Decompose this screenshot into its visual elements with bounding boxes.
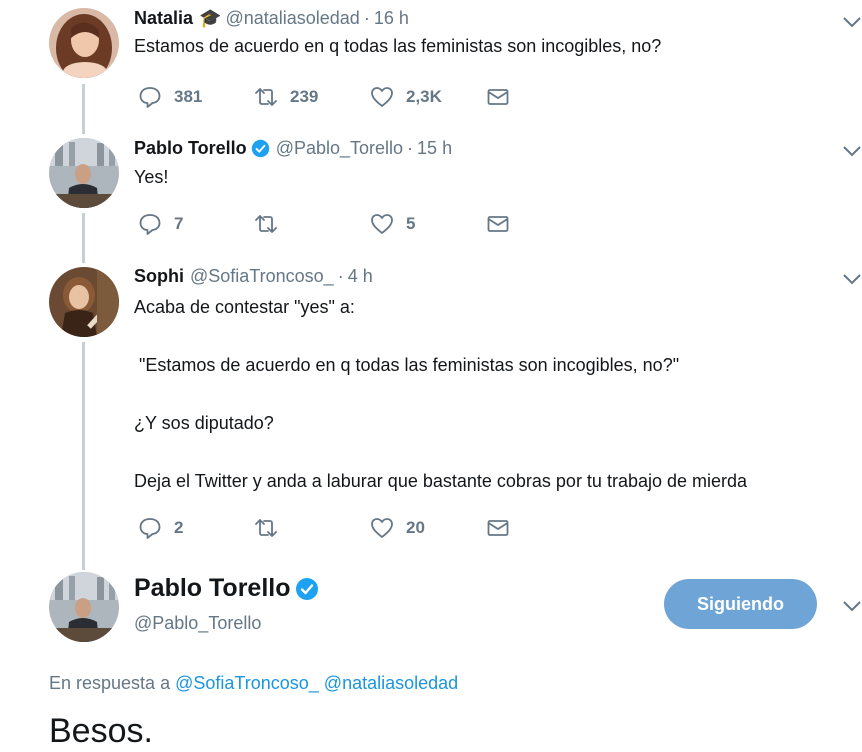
- verified-badge-icon: [251, 139, 269, 158]
- tweet-text-line: Acaba de contestar "yes" a:: [134, 297, 355, 317]
- thread-line-1: [82, 84, 85, 134]
- heart-icon: [371, 214, 393, 234]
- like-count: 5: [406, 214, 416, 233]
- chevron-down-icon[interactable]: [843, 145, 861, 157]
- avatar-sophi[interactable]: [49, 267, 119, 337]
- chevron-down-icon[interactable]: [843, 273, 861, 285]
- dm-button[interactable]: [486, 210, 510, 238]
- like-button[interactable]: 2,3K: [370, 83, 442, 111]
- retweet-button[interactable]: 239: [254, 83, 318, 111]
- heart-icon: [371, 518, 393, 538]
- like-count: 20: [406, 518, 425, 537]
- tweet-text-line: Deja el Twitter y anda a laburar que bas…: [134, 471, 748, 491]
- retweet-icon: [255, 519, 277, 537]
- separator-dot: ·: [363, 8, 370, 28]
- reply-count: 2: [174, 518, 184, 537]
- retweet-icon: [255, 215, 277, 233]
- tweet-actions: 2 20: [134, 514, 534, 542]
- like-button[interactable]: 20: [370, 514, 425, 542]
- reply-context: En respuesta a @SofiaTroncoso_ @natalias…: [49, 673, 458, 694]
- reply-count: 7: [174, 214, 184, 233]
- timestamp[interactable]: 16 h: [374, 8, 409, 29]
- reply-icon: [139, 518, 161, 539]
- tweet-text: Yes!: [134, 167, 169, 187]
- tweet-header: Pablo Torello @Pablo_Torello · 15 h: [134, 138, 452, 159]
- chevron-down-icon[interactable]: [843, 600, 861, 612]
- reply-icon: [139, 214, 161, 235]
- main-tweet-header: Pablo Torello: [134, 574, 325, 603]
- reply-count: 381: [174, 87, 203, 106]
- reply-icon: [139, 87, 161, 108]
- dm-button[interactable]: [486, 514, 510, 542]
- thread-line-2: [82, 213, 85, 263]
- display-name[interactable]: Sophi: [134, 266, 184, 287]
- envelope-icon: [487, 520, 509, 536]
- mention-link[interactable]: @nataliasoledad: [324, 673, 458, 693]
- graduation-cap-icon: 🎓: [199, 8, 222, 28]
- retweet-icon: [255, 88, 277, 106]
- display-name[interactable]: Natalia: [134, 8, 193, 29]
- main-tweet-text: Besos.: [49, 712, 153, 750]
- retweet-count: 239: [290, 87, 319, 106]
- avatar-pablo-main[interactable]: [49, 572, 119, 642]
- heart-icon: [371, 87, 393, 107]
- reply-button[interactable]: 381: [138, 83, 202, 111]
- user-handle[interactable]: @SofiaTroncoso_: [190, 266, 334, 287]
- display-name[interactable]: Pablo Torello: [134, 574, 291, 603]
- thread-line-3: [82, 342, 85, 570]
- display-name[interactable]: Pablo Torello: [134, 138, 247, 159]
- user-handle[interactable]: @Pablo_Torello: [276, 138, 403, 159]
- tweet-header: Natalia 🎓 @nataliasoledad · 16 h: [134, 8, 409, 29]
- verified-badge-icon: [295, 577, 318, 600]
- separator-dot: ·: [337, 266, 344, 286]
- tweet-text: Estamos de acuerdo en q todas las femini…: [134, 36, 662, 56]
- user-handle[interactable]: @nataliasoledad: [225, 8, 359, 29]
- avatar-pablo[interactable]: [49, 138, 119, 208]
- reply-button[interactable]: 2: [138, 514, 183, 542]
- dm-button[interactable]: [486, 83, 510, 111]
- timestamp[interactable]: 15 h: [417, 138, 452, 159]
- like-count: 2,3K: [406, 87, 442, 106]
- tweet-actions: 7 5: [134, 210, 534, 238]
- separator-dot: ·: [407, 138, 414, 158]
- user-handle[interactable]: @Pablo_Torello: [134, 613, 261, 634]
- tweet-text-line: "Estamos de acuerdo en q todas las femin…: [134, 355, 680, 375]
- timestamp[interactable]: 4 h: [348, 266, 373, 287]
- reply-button[interactable]: 7: [138, 210, 183, 238]
- envelope-icon: [487, 216, 509, 232]
- retweet-button[interactable]: [254, 210, 290, 238]
- avatar-natalia[interactable]: [49, 8, 119, 78]
- tweet-actions: 381 239 2,3K: [134, 83, 534, 111]
- chevron-down-icon[interactable]: [843, 16, 861, 28]
- tweet-text-line: ¿Y sos diputado?: [134, 413, 274, 433]
- like-button[interactable]: 5: [370, 210, 415, 238]
- following-button[interactable]: Siguiendo: [664, 579, 817, 629]
- retweet-button[interactable]: [254, 514, 290, 542]
- reply-prefix: En respuesta a: [49, 673, 171, 693]
- tweet-header: Sophi @SofiaTroncoso_ · 4 h: [134, 266, 373, 287]
- envelope-icon: [487, 89, 509, 105]
- mention-link[interactable]: @SofiaTroncoso_: [175, 673, 319, 693]
